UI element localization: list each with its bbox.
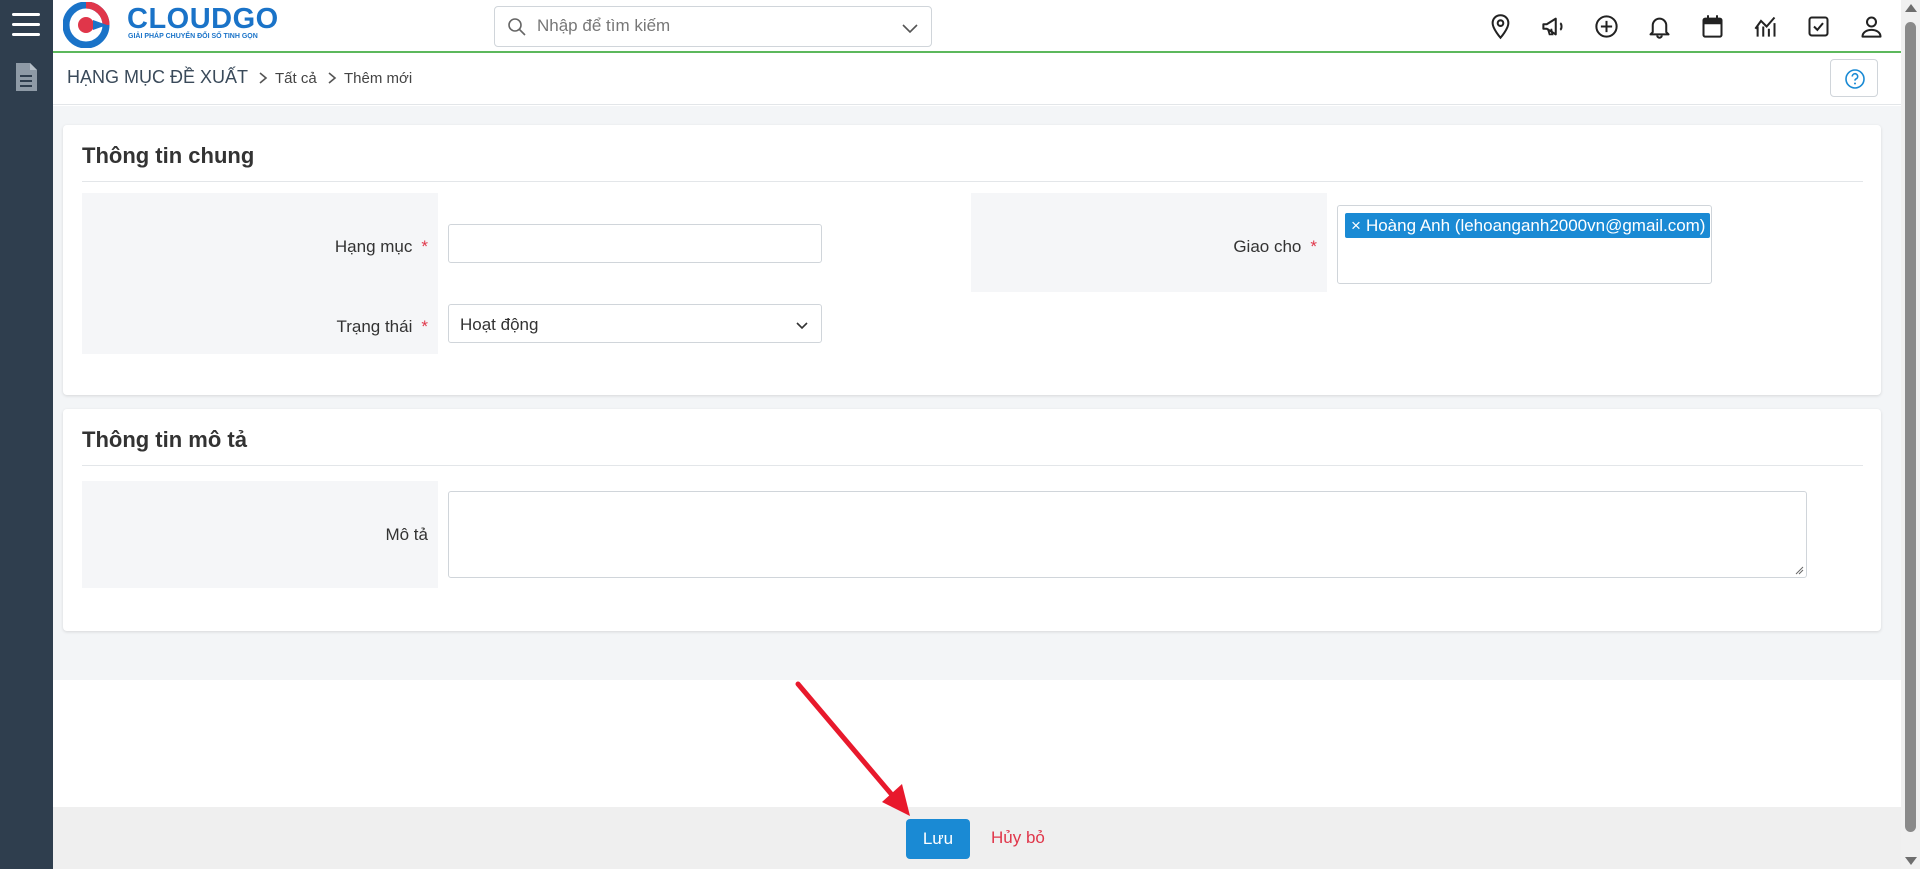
resize-handle-icon[interactable] [1794, 565, 1804, 575]
brand-tagline: GIẢI PHÁP CHUYỂN ĐỔI SỐ TINH GỌN [128, 33, 258, 40]
page-scrollbar[interactable] [1901, 0, 1920, 869]
red-arrow-annotation [795, 681, 910, 816]
description-textarea[interactable] [448, 491, 1807, 578]
user-icon[interactable] [1858, 13, 1885, 40]
status-label: Trạng thái * [336, 317, 428, 336]
breadcrumb: HẠNG MỤC ĐỀ XUẤT Tất cả Thêm mới [53, 55, 1901, 105]
chart-icon[interactable] [1752, 13, 1779, 40]
section-divider [82, 465, 1863, 466]
description-label: Mô tả [385, 525, 428, 544]
status-select-value: Hoạt động [460, 315, 539, 334]
assignee-tag: × Hoàng Anh (lehoanganh2000vn@gmail.com) [1345, 213, 1710, 238]
question-circle-icon [1845, 69, 1865, 89]
location-pin-icon[interactable] [1487, 13, 1514, 40]
save-button[interactable]: Lưu [906, 819, 970, 859]
cancel-button[interactable]: Hủy bỏ [991, 828, 1045, 848]
global-search[interactable]: Nhập để tìm kiếm [494, 6, 932, 47]
checkbox-icon[interactable] [1805, 13, 1832, 40]
form-actions-bar: Lưu Hủy bỏ [53, 807, 1901, 869]
tag-remove-icon[interactable]: × [1351, 216, 1361, 235]
breadcrumb-all[interactable]: Tất cả [275, 70, 317, 87]
document-icon[interactable] [14, 62, 38, 92]
chevron-down-icon[interactable] [901, 19, 919, 37]
left-sidebar [0, 0, 53, 869]
search-icon [508, 18, 526, 36]
help-button[interactable] [1830, 59, 1878, 97]
chevron-down-icon [796, 322, 808, 330]
hamburger-menu-icon[interactable] [12, 13, 40, 37]
section-divider [82, 181, 1863, 182]
header-icon-group [1487, 13, 1885, 41]
breadcrumb-current: Thêm mới [344, 70, 413, 87]
section-title: Thông tin mô tả [82, 427, 247, 452]
general-info-card: Thông tin chung Hạng mục * Trạng thái * Ho… [63, 125, 1881, 395]
megaphone-icon[interactable] [1540, 13, 1567, 40]
status-select[interactable]: Hoạt động [448, 304, 822, 343]
bell-icon[interactable] [1646, 13, 1673, 40]
assignee-tag-label: Hoàng Anh (lehoanganh2000vn@gmail.com) [1365, 216, 1706, 235]
chevron-right-icon [259, 72, 268, 84]
category-label: Hạng mục * [334, 237, 428, 256]
description-card: Thông tin mô tả Mô tả [63, 409, 1881, 631]
assign-label: Giao cho * [1233, 237, 1317, 256]
scroll-up-arrow-icon[interactable] [1905, 4, 1917, 12]
scroll-thumb[interactable] [1905, 22, 1916, 832]
brand-logo[interactable]: CLOUDGO GIẢI PHÁP CHUYỂN ĐỔI SỐ TINH GỌN [63, 2, 278, 48]
breadcrumb-root[interactable]: HẠNG MỤC ĐỀ XUẤT [67, 67, 248, 88]
calendar-icon[interactable] [1699, 13, 1726, 40]
search-input[interactable]: Nhập để tìm kiếm [537, 16, 670, 36]
assign-multiselect[interactable]: × Hoàng Anh (lehoanganh2000vn@gmail.com) [1337, 205, 1712, 284]
plus-circle-icon[interactable] [1593, 13, 1620, 40]
top-header: CLOUDGO GIẢI PHÁP CHUYỂN ĐỔI SỐ TINH GỌN… [53, 0, 1901, 53]
chevron-right-icon [328, 72, 337, 84]
section-title: Thông tin chung [82, 143, 255, 168]
main-content: Thông tin chung Hạng mục * Trạng thái * Ho… [53, 106, 1901, 680]
brand-name: CLOUDGO [127, 3, 279, 35]
scroll-down-arrow-icon[interactable] [1905, 857, 1917, 865]
logo-mark-icon [63, 2, 110, 48]
category-input[interactable] [448, 224, 822, 263]
